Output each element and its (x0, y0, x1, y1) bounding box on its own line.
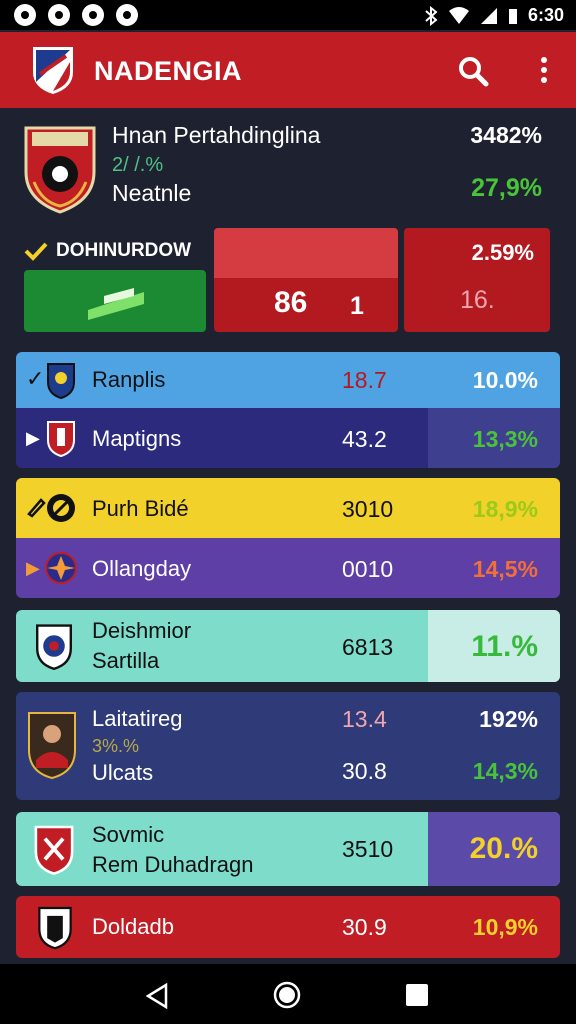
team-percentage: 13,3% (472, 426, 538, 452)
team-crest-icon (24, 126, 96, 214)
team-group: Doldadb 30.9 10,9% (16, 896, 560, 958)
notification-icons (14, 4, 138, 26)
list-item[interactable]: Doldadb 30.9 10,9% (16, 896, 560, 958)
team-value: 18.7 (342, 367, 387, 393)
stat-value: 16. (460, 286, 495, 314)
team-group: Purh Bidé 3010 18,9% ▶ Ollangday 0010 14… (16, 478, 560, 598)
featured-match-card[interactable]: Hnan Pertahdinglina 2/ /.% Neatnle 3482%… (12, 116, 564, 222)
back-icon[interactable] (144, 982, 170, 1010)
player-name: Laitatireg (92, 706, 183, 731)
app-title: NADENGIA (94, 56, 243, 86)
team-percentage: 18,9% (472, 496, 538, 522)
team-name: Purh Bidé (92, 496, 189, 521)
team-value: 30.9 (342, 914, 387, 940)
team-subname: Sartilla (92, 648, 160, 673)
signal-icon (480, 7, 497, 24)
stat-percentage: 2.59% (471, 240, 534, 265)
download-label: DOHINURDOW (56, 240, 192, 261)
team-crest-icon (34, 825, 74, 875)
clock: 6:30 (527, 5, 564, 25)
score-button[interactable]: 86 1 (214, 228, 398, 332)
recent-apps-icon[interactable] (406, 984, 428, 1006)
system-status: 6:30 (424, 5, 564, 26)
match-subtitle: 2/ /.% (112, 154, 164, 176)
team-value: 6813 (342, 634, 394, 660)
app-notification-icon (116, 4, 138, 26)
app-notification-icon (14, 4, 36, 26)
team-crest-icon (38, 906, 72, 950)
pencil-icon (27, 498, 46, 518)
team-group: ✓ Ranplis 18.7 10.0% ▶ Maptigns 43.2 13,… (16, 352, 560, 468)
more-menu-icon[interactable] (532, 52, 556, 88)
list-item[interactable]: ▶ Ollangday 0010 14,5% (16, 538, 560, 598)
player-stat: 3%.% (92, 736, 140, 756)
team-percentage: 10,9% (472, 914, 538, 940)
check-icon: ✓ (26, 366, 45, 391)
team-percentage: 11.% (471, 630, 538, 663)
team-subname: Rem Duhadragn (92, 852, 254, 877)
away-score: 1 (350, 292, 364, 320)
team-name: Deishmior (92, 618, 192, 643)
stat-button[interactable]: 2.59% 16. (404, 228, 550, 332)
bluetooth-icon (425, 5, 438, 26)
player-team: Ulcats (92, 760, 154, 785)
match-controls: DOHINURDOW 86 1 2.59% 16. (16, 228, 560, 334)
team-name: Ollangday (92, 556, 192, 581)
flag-icon (88, 288, 144, 320)
player-badge-icon (28, 712, 76, 780)
team-name: Ranplis (92, 367, 166, 392)
app-notification-icon (48, 4, 70, 26)
player-value: 13.4 (342, 706, 387, 732)
home-score: 86 (274, 286, 308, 319)
player-value-2: 30.8 (342, 758, 387, 784)
team-group: Sovmic Rem Duhadragn 3510 20.% (16, 812, 560, 886)
team-crest-icon (47, 421, 75, 458)
status-bar: 6:30 (0, 0, 576, 30)
team-value: 0010 (342, 556, 394, 582)
club-logo-icon (33, 47, 73, 94)
team-value: 43.2 (342, 426, 387, 452)
team-group: Laitatireg 3%.% Ulcats 13.4 30.8 192% 14… (16, 692, 560, 800)
app-bar: NADENGIA (0, 32, 576, 108)
team-percentage: 20.% (469, 832, 538, 865)
list-item[interactable]: Deishmior Sartilla 6813 11.% (16, 610, 560, 682)
check-icon (24, 242, 48, 261)
battery-icon (508, 8, 517, 24)
team-crest-icon (45, 552, 77, 584)
home-icon[interactable] (272, 980, 302, 1010)
list-item[interactable]: Purh Bidé 3010 18,9% (16, 478, 560, 538)
expand-arrow-icon: ▶ (26, 558, 40, 578)
list-item[interactable]: Laitatireg 3%.% Ulcats 13.4 30.8 192% 14… (16, 692, 560, 800)
system-nav-bar (0, 964, 576, 1024)
player-percentage: 192% (479, 706, 538, 732)
team-group: Deishmior Sartilla 6813 11.% (16, 610, 560, 682)
team-name: Sovmic (92, 822, 165, 847)
list-item[interactable]: ▶ Maptigns 43.2 13,3% (16, 408, 560, 468)
team-crest-icon (47, 363, 75, 400)
team-name: Neatnle (112, 180, 192, 206)
team-name: Maptigns (92, 426, 182, 451)
change-percentage: 27,9% (471, 174, 542, 202)
list-item[interactable]: Sovmic Rem Duhadragn 3510 20.% (16, 812, 560, 886)
list-item[interactable]: ✓ Ranplis 18.7 10.0% (16, 352, 560, 408)
team-crest-icon (47, 494, 75, 522)
score-highlight (214, 228, 398, 278)
win-percentage: 3482% (470, 122, 542, 148)
player-percentage-2: 14,3% (472, 758, 538, 784)
search-icon[interactable] (456, 54, 490, 88)
team-percentage: 10.0% (472, 367, 538, 393)
team-name: Doldadb (92, 914, 174, 939)
download-header: DOHINURDOW (24, 240, 191, 262)
wifi-icon (448, 6, 469, 24)
match-title: Hnan Pertahdinglina (112, 122, 321, 148)
download-button[interactable] (24, 270, 206, 332)
team-value: 3010 (342, 496, 394, 522)
expand-arrow-icon: ▶ (26, 428, 40, 448)
team-percentage: 14,5% (472, 556, 538, 582)
team-crest-icon (36, 624, 72, 670)
app-notification-icon (82, 4, 104, 26)
team-value: 3510 (342, 836, 394, 862)
